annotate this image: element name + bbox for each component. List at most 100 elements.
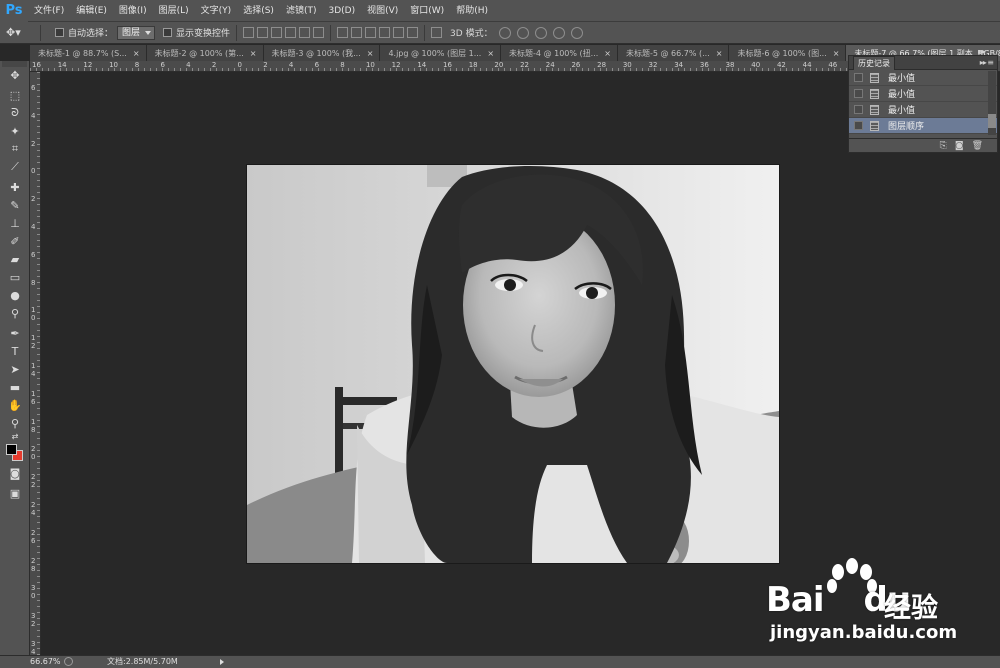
history-state-active[interactable]: 图层顺序 [849, 118, 997, 134]
ruler-tick-label: 2 [211, 61, 217, 69]
menu-file[interactable]: 文件(F) [28, 0, 70, 22]
history-panel-footer: ⎘ ◙ 🗑 [849, 138, 997, 152]
auto-select-dropdown[interactable]: 图层 [117, 25, 156, 40]
swap-colors-icon[interactable]: ⇄ [5, 431, 25, 441]
lasso-tool-icon[interactable]: ᘐ [5, 105, 25, 121]
ruler-tick-label: 32 [648, 61, 658, 69]
close-icon[interactable]: × [833, 49, 840, 58]
stamp-tool-icon[interactable]: ⊥ [5, 215, 25, 231]
history-brush-tool-icon[interactable]: ✐ [5, 233, 25, 249]
history-brush-source-checkbox[interactable] [854, 73, 863, 82]
healing-brush-tool-icon[interactable]: ✚ [5, 179, 25, 195]
menu-select[interactable]: 选择(S) [237, 0, 280, 22]
panel-menu-icon[interactable]: ▸▸ ≡ [980, 58, 994, 67]
doc-tab[interactable]: 未标题-6 @ 100% (图... × [729, 45, 847, 61]
auto-select-label: 自动选择： [68, 29, 114, 39]
menu-edit[interactable]: 编辑(E) [70, 0, 113, 22]
menu-type[interactable]: 文字(Y) [195, 0, 238, 22]
pen-tool-icon[interactable]: ✒ [5, 325, 25, 341]
close-icon[interactable]: × [604, 49, 611, 58]
doc-tab[interactable]: 未标题-1 @ 88.7% (S... × [30, 45, 147, 61]
document-size-info: 文档:2.85M/5.70M [107, 657, 178, 666]
auto-align-icon[interactable] [431, 27, 443, 38]
auto-select-checkbox[interactable] [55, 28, 64, 37]
history-state[interactable]: 最小值 [849, 86, 997, 102]
marquee-tool-icon[interactable]: ⬚ [5, 87, 25, 103]
history-brush-source-checkbox[interactable] [854, 121, 863, 130]
distribute-bottom-icon[interactable] [365, 27, 377, 38]
menu-layer[interactable]: 图层(L) [153, 0, 195, 22]
close-icon[interactable]: × [133, 49, 140, 58]
close-icon[interactable]: × [487, 49, 494, 58]
zoom-tool-icon[interactable]: ⚲ [5, 415, 25, 431]
brush-tool-icon[interactable]: ✎ [5, 197, 25, 213]
slide-3d-icon[interactable] [552, 26, 565, 39]
doc-tab[interactable]: 未标题-5 @ 66.7% (... × [617, 45, 730, 61]
history-state[interactable]: 最小值 [849, 102, 997, 118]
close-icon[interactable]: × [367, 49, 374, 58]
shape-tool-icon[interactable]: ▬ [5, 379, 25, 395]
menu-view[interactable]: 视图(V) [361, 0, 404, 22]
blur-tool-icon[interactable]: ● [5, 287, 25, 303]
zoom-level-field[interactable]: 66.67% [0, 657, 61, 666]
align-vcenter-icon[interactable] [257, 27, 269, 38]
camera-snapshot-icon[interactable]: ◙ [955, 141, 964, 151]
drag-3d-icon[interactable] [534, 26, 547, 39]
eyedropper-tool-icon[interactable]: ⟋ [5, 159, 25, 175]
history-state[interactable]: 最小值 [849, 70, 997, 86]
doc-tab[interactable]: 未标题-2 @ 100% (第... × [146, 45, 264, 61]
close-icon[interactable]: × [250, 49, 257, 58]
scale-3d-icon[interactable] [570, 26, 583, 39]
path-selection-tool-icon[interactable]: ➤ [5, 361, 25, 377]
menu-help[interactable]: 帮助(H) [450, 0, 494, 22]
doc-tab[interactable]: 未标题-4 @ 100% (扭... × [501, 45, 618, 61]
eraser-tool-icon[interactable]: ▰ [5, 251, 25, 267]
doc-tab[interactable]: 4.jpg @ 100% (图层 1... × [380, 45, 502, 61]
history-state-label: 图层顺序 [888, 122, 925, 132]
trash-icon[interactable]: 🗑 [972, 141, 983, 151]
new-document-from-state-icon[interactable]: ⎘ [940, 141, 947, 151]
align-top-icon[interactable] [243, 27, 255, 38]
distribute-vcenter-icon[interactable] [351, 27, 363, 38]
distribute-right-icon[interactable] [407, 27, 419, 38]
status-menu-arrow-icon[interactable] [219, 658, 224, 665]
ruler-tick-label: 24 [545, 61, 555, 69]
document-info-icon[interactable] [64, 657, 73, 666]
history-brush-source-checkbox[interactable] [854, 89, 863, 98]
close-icon[interactable]: × [716, 49, 723, 58]
baidu-logo-bai: Bai [766, 580, 825, 620]
document-canvas-photo[interactable] [247, 165, 779, 563]
distribute-hcenter-icon[interactable] [393, 27, 405, 38]
quick-mask-icon[interactable]: ◙ [5, 465, 25, 481]
align-right-icon[interactable] [313, 27, 325, 38]
align-bottom-icon[interactable] [271, 27, 283, 38]
history-scrollbar-thumb[interactable] [988, 114, 996, 128]
menu-window[interactable]: 窗口(W) [404, 0, 450, 22]
move-tool-preset-icon[interactable]: ✥▾ [6, 24, 34, 42]
roll-3d-icon[interactable] [516, 26, 529, 39]
crop-tool-icon[interactable]: ⌗ [5, 141, 25, 157]
ruler-tick-label: 22 [520, 61, 529, 69]
menu-3d[interactable]: 3D(D) [322, 0, 361, 22]
move-tool-icon[interactable]: ✥ [5, 67, 25, 83]
menu-image[interactable]: 图像(I) [113, 0, 153, 22]
dodge-tool-icon[interactable]: ⚲ [5, 305, 25, 321]
gradient-tool-icon[interactable]: ▭ [5, 269, 25, 285]
menu-filter[interactable]: 滤镜(T) [280, 0, 323, 22]
rotate-3d-icon[interactable] [498, 26, 511, 39]
show-transform-checkbox[interactable] [163, 28, 173, 37]
foreground-color-swatch[interactable] [6, 444, 17, 455]
align-left-icon[interactable] [285, 27, 297, 38]
ruler-tick-label: 26 [571, 61, 581, 69]
screen-mode-icon[interactable]: ▣ [5, 485, 25, 501]
distribute-left-icon[interactable] [379, 27, 391, 38]
history-brush-source-checkbox[interactable] [854, 105, 863, 114]
type-tool-icon[interactable]: T [5, 343, 25, 359]
align-hcenter-icon[interactable] [299, 27, 311, 38]
history-panel-tab[interactable]: 历史记录 [853, 55, 895, 70]
vertical-ruler[interactable]: 6 4 2 0 2 4 6 8 10 12 14 16 18 20 22 24 26 28 30 32 34 [30, 72, 41, 656]
magic-wand-tool-icon[interactable]: ✦ [5, 123, 25, 139]
hand-tool-icon[interactable]: ✋ [5, 397, 25, 413]
distribute-top-icon[interactable] [337, 27, 349, 38]
doc-tab[interactable]: 未标题-3 @ 100% (我... × [263, 45, 381, 61]
